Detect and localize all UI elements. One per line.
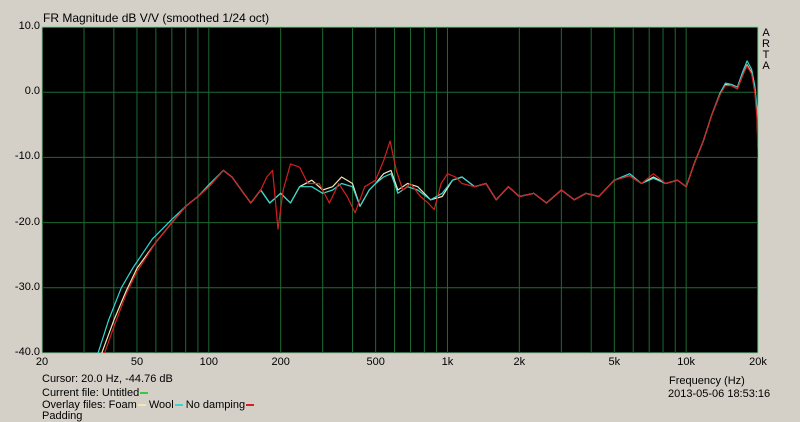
x-tick-label: 1k (441, 356, 454, 368)
arta-watermark: ARTA (762, 27, 770, 72)
overlay-wool: Wool (148, 399, 174, 411)
x-axis-label: Frequency (Hz) (669, 375, 745, 387)
overlay-padding: Padding (42, 410, 83, 422)
x-tick-label: 50 (130, 356, 144, 368)
y-tick-label: -20.0 (14, 215, 40, 228)
x-tick-label: 100 (199, 356, 218, 368)
overlay-nodamping: No damping (185, 399, 246, 411)
x-tick-label: 20k (749, 356, 767, 368)
x-tick-label: 20 (35, 356, 49, 368)
wool-swatch (174, 404, 183, 407)
x-tick-label: 200 (271, 356, 290, 368)
y-tick-label: 10.0 (18, 20, 40, 32)
x-tick-label: 10k (677, 356, 696, 368)
y-tick-label: -10.0 (14, 150, 40, 163)
cursor-readout: Cursor: 20.0 Hz, -44.76 dB (42, 373, 173, 385)
nodamping-swatch (246, 404, 255, 407)
datetime: 2013-05-06 18:53:16 (668, 388, 771, 400)
current-file-label: Current file: Untitled (42, 387, 140, 399)
foam-swatch (137, 404, 146, 407)
y-tick-label: -30.0 (14, 280, 40, 293)
current-file: Current file: Untitled (42, 387, 149, 399)
current-file-swatch (140, 392, 149, 395)
x-tick-label: 2k (513, 356, 526, 368)
x-tick-label: 500 (366, 356, 385, 368)
plot-background (41, 26, 759, 354)
y-tick-label: 0.0 (24, 85, 40, 98)
x-tick-label: 5k (608, 356, 621, 368)
